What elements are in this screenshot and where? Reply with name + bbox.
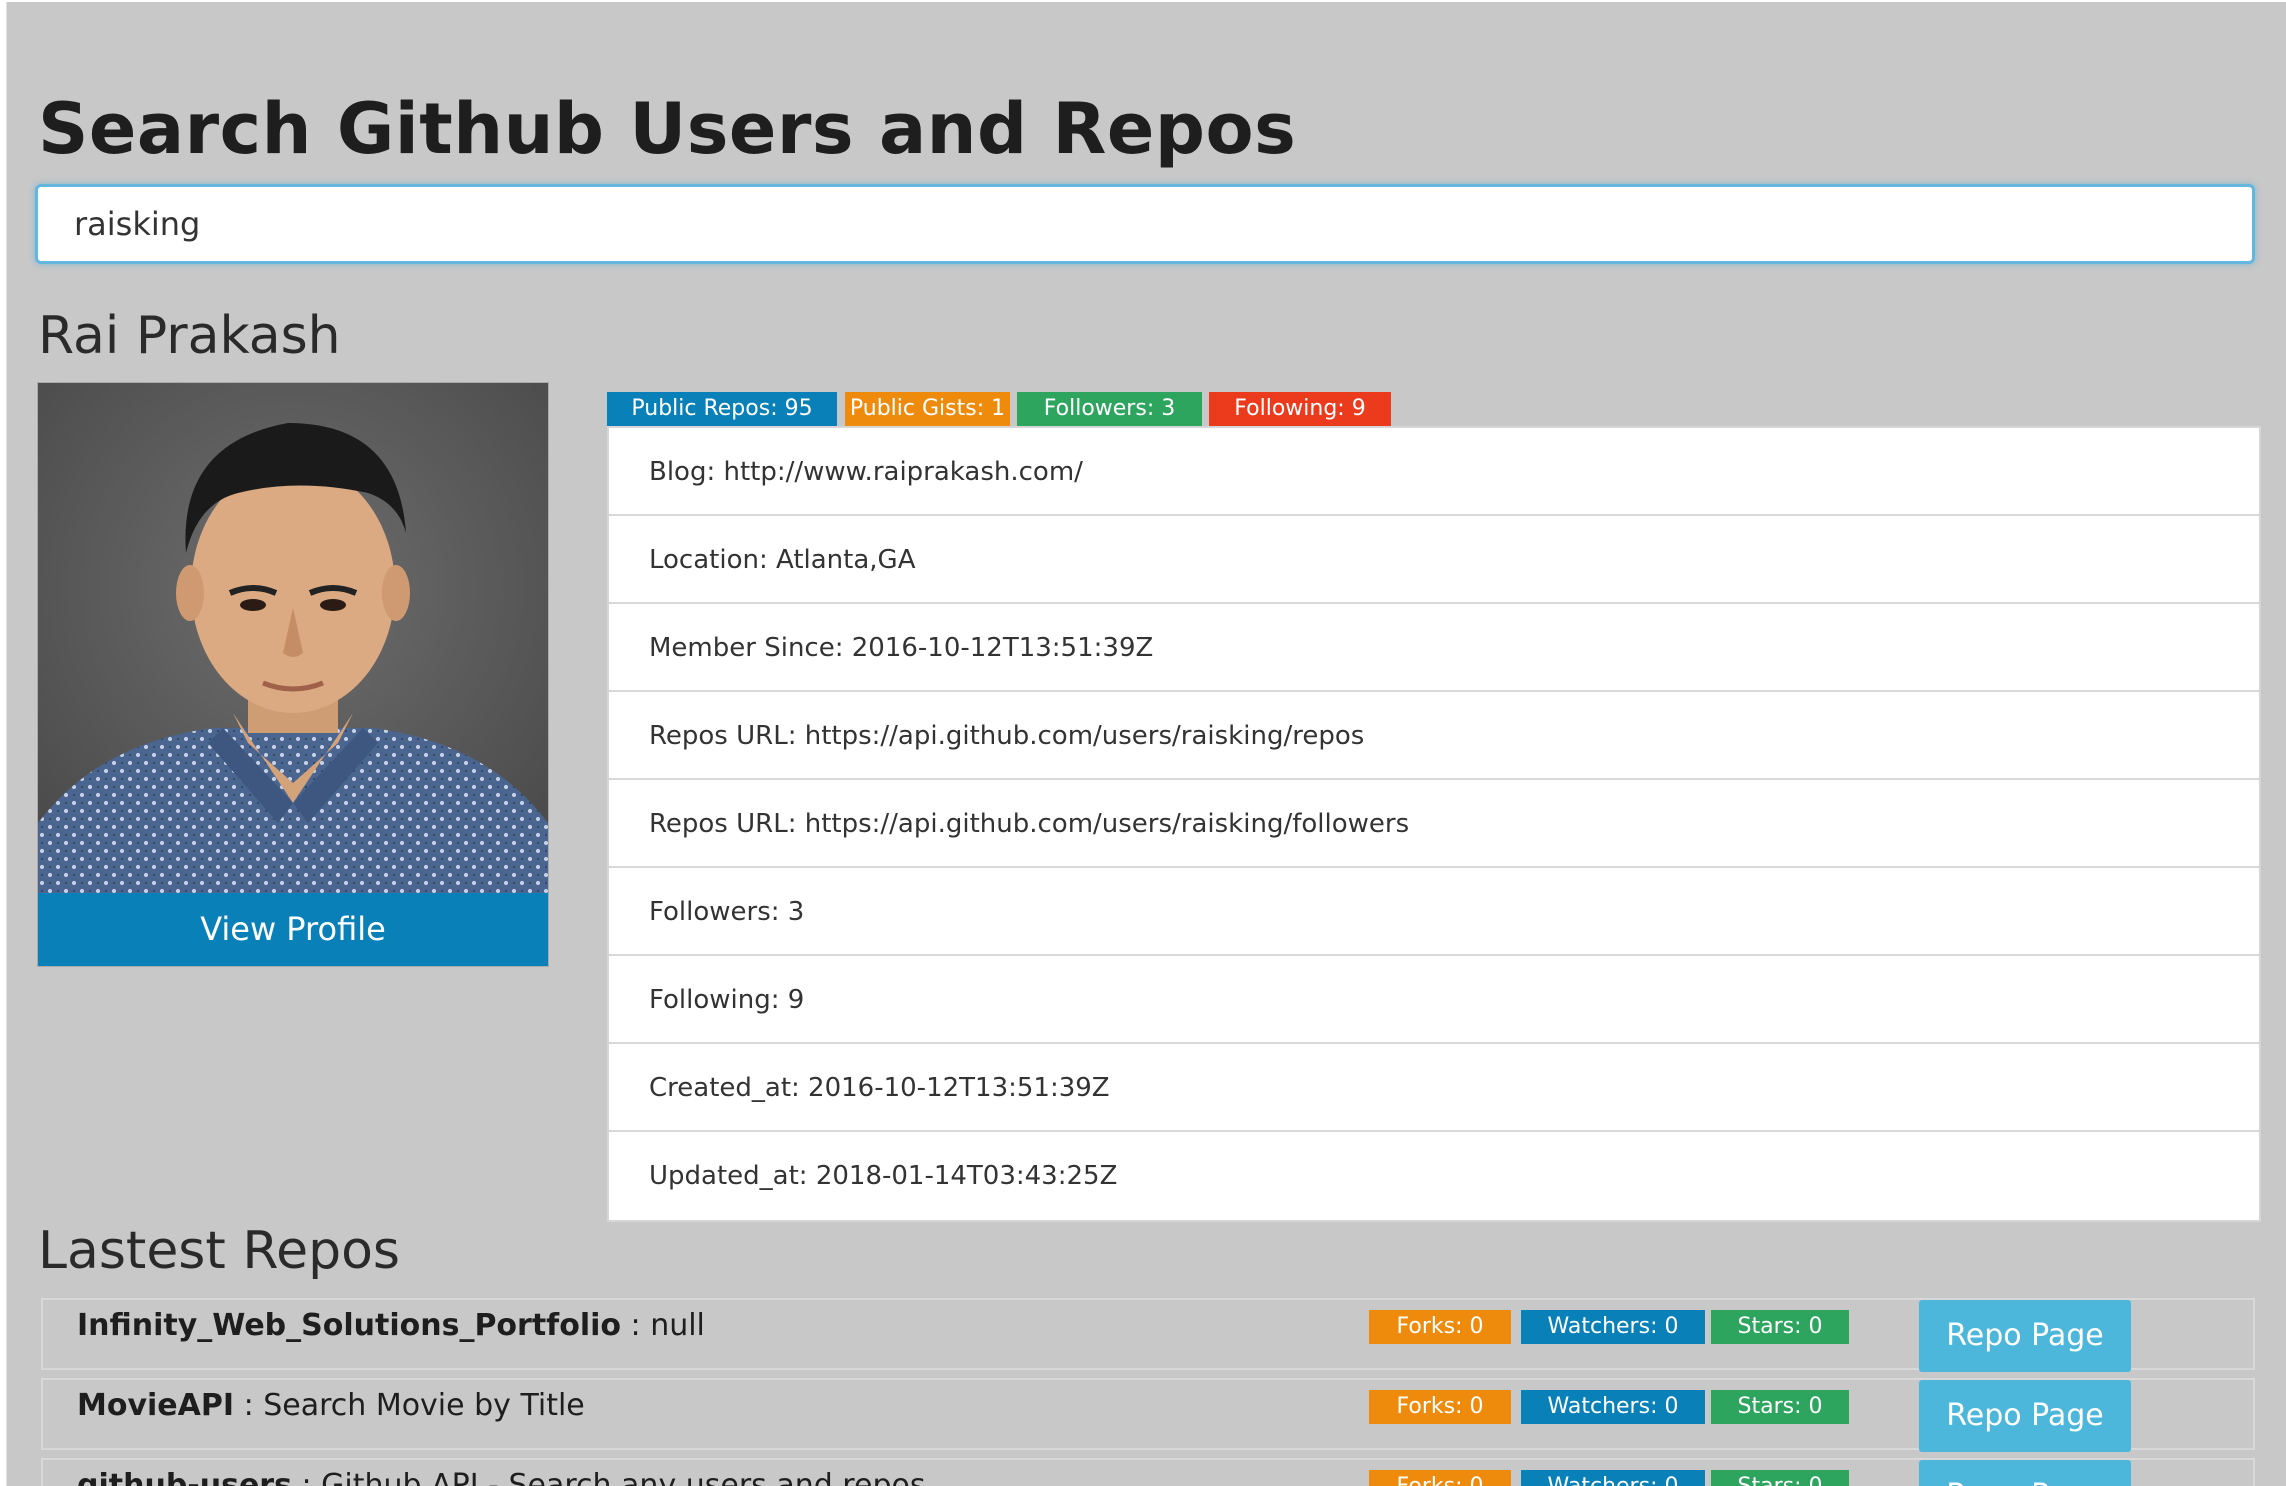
info-repos-url: Repos URL: https://api.github.com/users/… xyxy=(609,692,2259,780)
public-repos-badge: Public Repos: 95 xyxy=(607,392,837,426)
repo-row: MovieAPI : Search Movie by Title Forks: … xyxy=(41,1378,2255,1452)
repo-description: : Github API - Search any users and repo… xyxy=(291,1468,926,1486)
public-gists-badge: Public Gists: 1 xyxy=(845,392,1010,426)
repo-row: github-users : Github API - Search any u… xyxy=(41,1458,2255,1486)
search-input[interactable] xyxy=(35,184,2255,264)
repo-description: : Search Movie by Title xyxy=(234,1388,585,1423)
info-followers: Followers: 3 xyxy=(609,868,2259,956)
forks-badge: Forks: 0 xyxy=(1369,1310,1511,1344)
user-name: Rai Prakash xyxy=(38,306,341,366)
forks-badge: Forks: 0 xyxy=(1369,1390,1511,1424)
latest-repos-title: Lastest Repos xyxy=(38,1221,401,1281)
info-following: Following: 9 xyxy=(609,956,2259,1044)
repo-name: Infinity_Web_Solutions_Portfolio xyxy=(77,1308,622,1343)
info-blog: Blog: http://www.raiprakash.com/ xyxy=(609,428,2259,516)
followers-badge: Followers: 3 xyxy=(1017,392,1202,426)
page: Search Github Users and Repos Rai Prakas… xyxy=(6,2,2286,1486)
repo-description: : null xyxy=(621,1308,705,1343)
repo-text: github-users : Github API - Search any u… xyxy=(77,1466,925,1486)
stars-badge: Stars: 0 xyxy=(1711,1470,1849,1486)
info-updated-at: Updated_at: 2018-01-14T03:43:25Z xyxy=(649,1161,1118,1191)
repo-page-button[interactable]: Repo Page xyxy=(1919,1460,2131,1486)
watchers-badge: Watchers: 0 xyxy=(1521,1470,1705,1486)
repo-name: github-users xyxy=(77,1468,292,1486)
info-member-since: Member Since: 2016-10-12T13:51:39Z xyxy=(609,604,2259,692)
repo-page-button[interactable]: Repo Page xyxy=(1919,1300,2131,1372)
repo-page-button[interactable]: Repo Page xyxy=(1919,1380,2131,1452)
avatar-card: View Profile xyxy=(37,382,549,967)
repo-row: Infinity_Web_Solutions_Portfolio : null … xyxy=(41,1298,2255,1372)
info-location: Location: Atlanta,GA xyxy=(609,516,2259,604)
following-badge: Following: 9 xyxy=(1209,392,1391,426)
info-created-at: Created_at: 2016-10-12T13:51:39Z xyxy=(609,1044,2259,1132)
repo-text: MovieAPI : Search Movie by Title xyxy=(77,1386,585,1426)
view-profile-button[interactable]: View Profile xyxy=(38,893,548,966)
repo-text: Infinity_Web_Solutions_Portfolio : null xyxy=(77,1306,705,1346)
forks-badge: Forks: 0 xyxy=(1369,1470,1511,1486)
stars-badge: Stars: 0 xyxy=(1711,1390,1849,1424)
repo-name: MovieAPI xyxy=(77,1388,235,1423)
stars-badge: Stars: 0 xyxy=(1711,1310,1849,1344)
page-title: Search Github Users and Repos xyxy=(38,88,1297,170)
watchers-badge: Watchers: 0 xyxy=(1521,1310,1705,1344)
user-info-list: Blog: http://www.raiprakash.com/ Locatio… xyxy=(607,426,2261,1222)
info-followers-url: Repos URL: https://api.github.com/users/… xyxy=(609,780,2259,868)
avatar xyxy=(38,383,548,893)
watchers-badge: Watchers: 0 xyxy=(1521,1390,1705,1424)
